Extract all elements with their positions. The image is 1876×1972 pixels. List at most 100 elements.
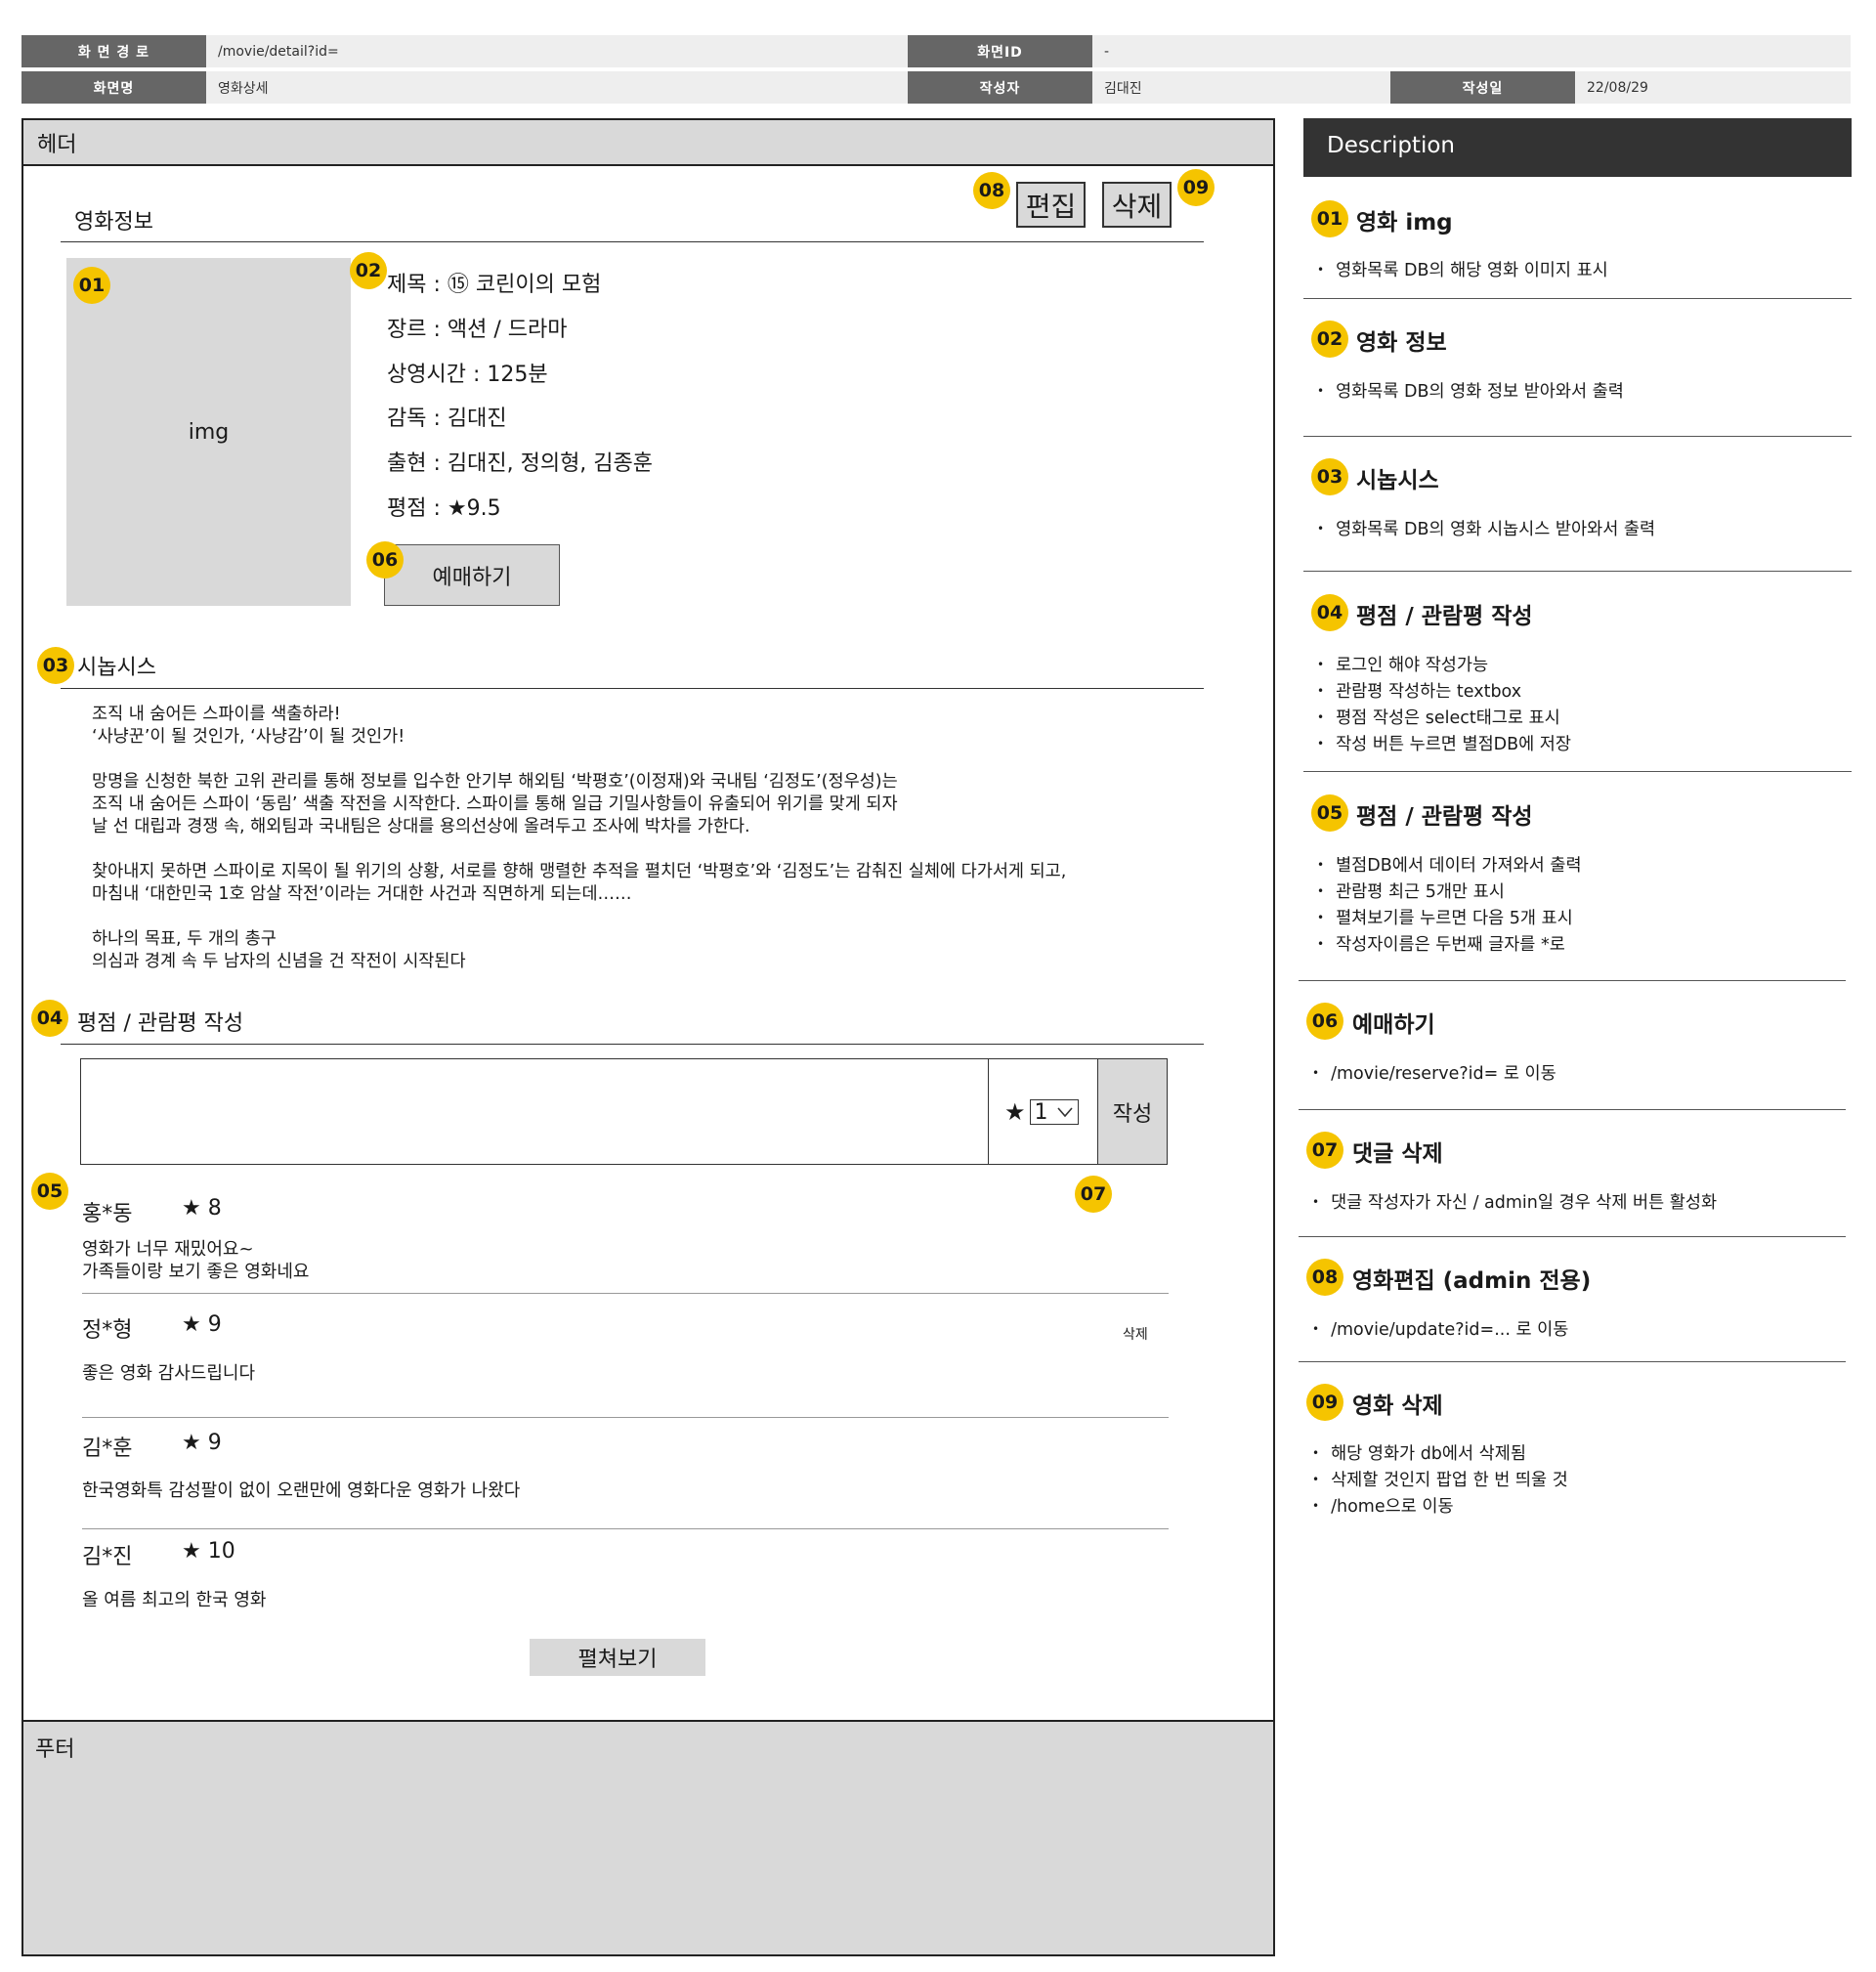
movie-director: 감독 : 김대진	[387, 407, 507, 431]
movie-title: 제목 : ⑮ 코린이의 모험	[387, 273, 602, 297]
poster-placeholder-text: img	[188, 419, 230, 445]
desc-divider	[1299, 1109, 1846, 1110]
delete-comment-button[interactable]: 삭제	[1123, 1324, 1148, 1344]
screen-id-value: -	[1092, 35, 1851, 67]
desc-bullet: 작성자이름은 두번째 글자를 *로	[1317, 932, 1582, 959]
desc-bullet: 댓글 작성자가 자신 / admin일 경우 삭제 버튼 활성화	[1312, 1190, 1717, 1217]
star-select-value: 1	[1034, 1099, 1048, 1125]
movie-genre: 장르 : 액션 / 드라마	[387, 318, 568, 342]
desc-badge-06: 06	[1306, 1003, 1343, 1040]
desc-title-06: 예매하기	[1352, 1012, 1435, 1038]
desc-bullet: 영화목록 DB의 해당 영화 이미지 표시	[1317, 258, 1608, 284]
desc-badge-07: 07	[1306, 1132, 1343, 1169]
desc-bullet: 펼쳐보기를 누르면 다음 5개 표시	[1317, 906, 1582, 932]
synopsis-body: 조직 내 숨어든 스파이를 색출하라! ‘사냥꾼’이 될 것인가, ‘사냥감’이…	[92, 704, 1186, 996]
route-label: 화 면 경 로	[21, 35, 206, 67]
desc-title-03: 시놉시스	[1356, 468, 1439, 493]
badge-05: 05	[31, 1173, 68, 1210]
desc-bullet: /movie/update?id=... 로 이동	[1312, 1317, 1568, 1344]
synopsis-divider	[61, 688, 1204, 689]
badge-04: 04	[31, 1000, 68, 1037]
author-label: 작성자	[908, 71, 1092, 104]
review-write-title: 평점 / 관람평 작성	[77, 1011, 244, 1036]
desc-bullet: 관람평 최근 5개만 표시	[1317, 879, 1582, 906]
desc-bullet: 삭제할 것인지 팝업 한 번 띄울 것	[1312, 1468, 1568, 1494]
page-header: 헤더	[23, 120, 1273, 166]
review-divider	[82, 1417, 1169, 1418]
movie-runtime: 상영시간 : 125분	[387, 363, 548, 387]
screen-id-label: 화면ID	[908, 35, 1092, 67]
synopsis-paragraph: 찾아내지 못하면 스파이로 지목이 될 위기의 상황, 서로를 향해 맹렬한 추…	[92, 862, 1067, 904]
edit-button[interactable]: 편집	[1016, 182, 1086, 228]
screen-name-label: 화면명	[21, 71, 206, 104]
review-text: 올 여름 최고의 한국 영화	[82, 1590, 267, 1610]
review-score: ★ 9	[182, 1312, 222, 1337]
author-value: 김대진	[1092, 71, 1390, 104]
review-score: ★ 10	[182, 1539, 235, 1564]
reviewer-name: 정*형	[82, 1318, 133, 1343]
spec-row-route: 화 면 경 로 /movie/detail?id= 화면ID -	[21, 35, 1851, 67]
desc-list-07: 댓글 작성자가 자신 / admin일 경우 삭제 버튼 활성화	[1312, 1190, 1717, 1217]
delete-movie-button[interactable]: 삭제	[1102, 182, 1172, 228]
badge-08: 08	[973, 172, 1010, 209]
desc-list-05: 별점DB에서 데이터 가져와서 출력 관람평 최근 5개만 표시 펼쳐보기를 누…	[1317, 853, 1582, 959]
badge-01: 01	[73, 267, 110, 304]
review-score: ★ 8	[182, 1196, 222, 1221]
desc-title-07: 댓글 삭제	[1352, 1141, 1443, 1167]
badge-09: 09	[1177, 169, 1215, 206]
reviewer-name: 홍*동	[82, 1202, 133, 1226]
synopsis-paragraph: 하나의 목표, 두 개의 총구 의심과 경계 속 두 남자의 신념을 건 작전이…	[92, 929, 466, 971]
desc-bullet: 별점DB에서 데이터 가져와서 출력	[1317, 853, 1581, 879]
page-footer: 푸터	[23, 1720, 1273, 1954]
desc-title-05: 평점 / 관람평 작성	[1356, 804, 1533, 830]
star-select[interactable]: 1	[1029, 1099, 1079, 1125]
desc-bullet: 영화목록 DB의 영화 정보 받아와서 출력	[1317, 379, 1624, 406]
review-score: ★ 9	[182, 1431, 222, 1455]
reviewer-name: 김*훈	[82, 1436, 133, 1461]
desc-divider	[1303, 771, 1852, 772]
review-write-divider	[61, 1044, 1204, 1045]
review-form: ★ 1 작성	[80, 1058, 1168, 1165]
date-value: 22/08/29	[1575, 71, 1851, 104]
desc-bullet: 해당 영화가 db에서 삭제됨	[1312, 1441, 1568, 1468]
badge-03: 03	[37, 647, 74, 684]
synopsis-paragraph: 망명을 신청한 북한 고위 관리를 통해 정보를 입수한 안기부 해외팀 ‘박평…	[92, 772, 898, 836]
desc-bullet: 작성 버튼 누르면 별점DB에 저장	[1317, 732, 1571, 758]
review-textbox[interactable]	[81, 1059, 989, 1164]
show-more-button[interactable]: 펼쳐보기	[530, 1639, 705, 1676]
desc-badge-03: 03	[1311, 458, 1348, 495]
desc-divider	[1299, 1236, 1846, 1237]
desc-bullet: 로그인 해야 작성가능	[1317, 653, 1571, 679]
badge-06: 06	[366, 541, 404, 579]
write-review-button[interactable]: 작성	[1097, 1058, 1168, 1165]
desc-divider	[1303, 436, 1852, 437]
desc-list-02: 영화목록 DB의 영화 정보 받아와서 출력	[1317, 379, 1624, 406]
desc-list-03: 영화목록 DB의 영화 시놉시스 받아와서 출력	[1317, 517, 1655, 543]
wireframe-frame: 헤더 영화정보 편집 삭제 img 제목 : ⑮ 코린이의 모험 장르 : 액션…	[21, 118, 1275, 1956]
description-heading: Description	[1303, 118, 1852, 177]
desc-badge-05: 05	[1311, 794, 1348, 832]
route-value: /movie/detail?id=	[206, 35, 908, 67]
desc-bullet: 관람평 작성하는 textbox	[1317, 679, 1571, 706]
reviewer-name: 김*진	[82, 1545, 133, 1569]
date-label: 작성일	[1390, 71, 1575, 104]
desc-list-08: /movie/update?id=... 로 이동	[1312, 1317, 1568, 1344]
spec-row-name: 화면명 영화상세 작성자 김대진 작성일 22/08/29	[21, 71, 1851, 104]
movie-rating: 평점 : ★9.5	[387, 496, 501, 521]
review-text: 좋은 영화 감사드립니다	[82, 1363, 256, 1384]
desc-bullet: /movie/reserve?id= 로 이동	[1312, 1061, 1556, 1088]
desc-divider	[1299, 1361, 1846, 1362]
reserve-button[interactable]: 예매하기	[384, 544, 560, 606]
review-divider	[82, 1528, 1169, 1529]
desc-list-04: 로그인 해야 작성가능 관람평 작성하는 textbox 평점 작성은 sele…	[1317, 653, 1571, 758]
review-text: 한국영화특 감성팔이 없이 오랜만에 영화다운 영화가 나왔다	[82, 1480, 521, 1501]
desc-title-09: 영화 삭제	[1352, 1393, 1443, 1419]
synopsis-paragraph: 조직 내 숨어든 스파이를 색출하라! ‘사냥꾼’이 될 것인가, ‘사냥감’이…	[92, 705, 405, 747]
desc-title-04: 평점 / 관람평 작성	[1356, 604, 1533, 629]
desc-title-02: 영화 정보	[1356, 330, 1447, 356]
desc-title-01: 영화 img	[1356, 210, 1453, 236]
desc-bullet: /home으로 이동	[1312, 1494, 1568, 1521]
badge-02: 02	[350, 252, 387, 289]
review-divider	[82, 1293, 1169, 1294]
desc-bullet: 평점 작성은 select태그로 표시	[1317, 706, 1571, 732]
